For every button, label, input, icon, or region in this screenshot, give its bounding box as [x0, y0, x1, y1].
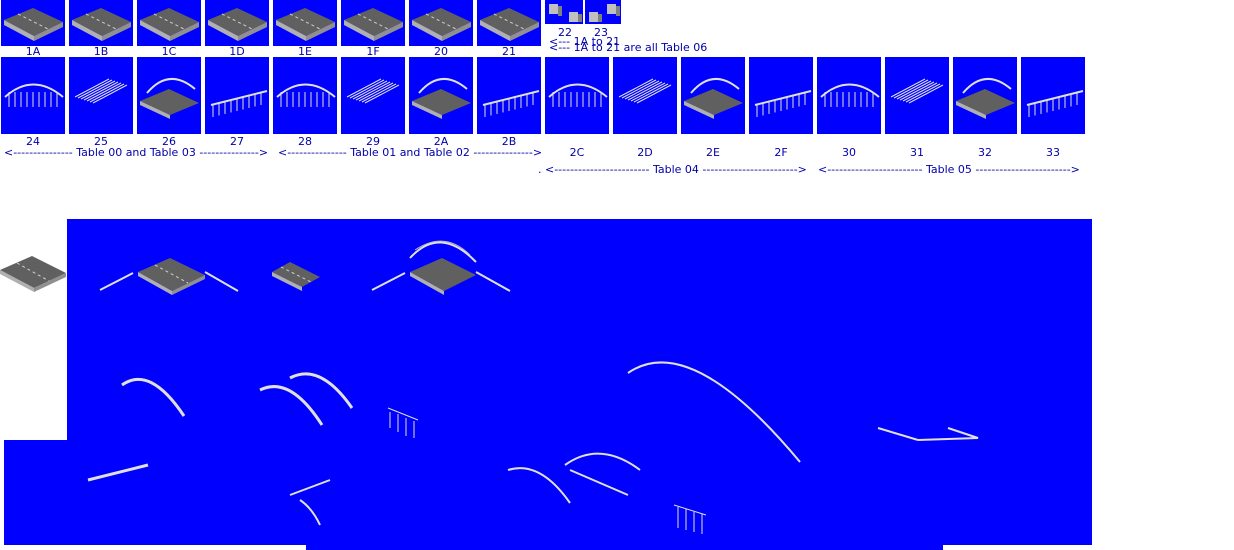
road-deck-sprite [138, 258, 205, 295]
arch-bridge-sprite [371, 240, 511, 295]
road-deck-sprite [272, 262, 320, 291]
road-deck-sprite [0, 256, 66, 292]
bridge-sprite-layer [0, 240, 979, 534]
